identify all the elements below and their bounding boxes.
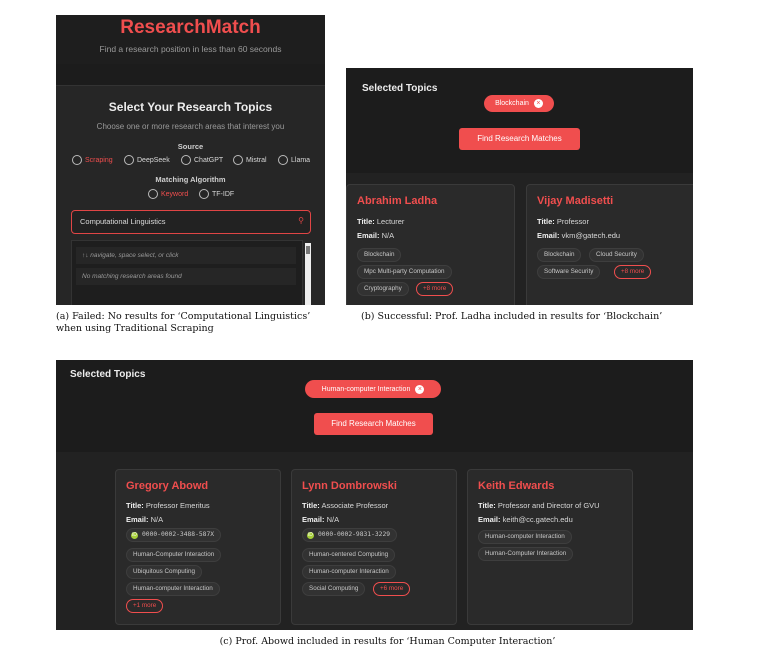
researcher-name: Gregory Abowd	[126, 480, 209, 492]
researcher-name: Vijay Madisetti	[537, 195, 614, 207]
orcid-badge[interactable]: iD 0000-0002-3488-587X	[126, 528, 222, 542]
algorithm-radio-tfidf[interactable]: TF-IDF	[199, 189, 234, 199]
panel-b-screenshot: Selected Topics Blockchain × Find Researc…	[346, 68, 693, 305]
source-radio-scraping[interactable]: Scraping	[72, 155, 113, 165]
source-label: Source	[177, 142, 204, 151]
researcher-email: Email: N/A	[126, 515, 164, 524]
topic-dropdown: ↑↓ navigate, space select, or click No m…	[71, 240, 303, 305]
caption-a: (a) Failed: No results for ‘Computationa…	[56, 311, 311, 334]
researcher-name: Keith Edwards	[478, 480, 555, 492]
dropdown-hint: ↑↓ navigate, space select, or click	[76, 247, 296, 264]
researcher-title: Title: Professor Emeritus	[126, 501, 210, 510]
caption-b: (b) Successful: Prof. Ladha included in …	[361, 311, 663, 322]
result-card[interactable]: Vijay Madisetti Title: Professor Email: …	[526, 184, 693, 305]
chip-label: Blockchain	[495, 100, 529, 107]
radio-label: Keyword	[161, 190, 189, 198]
radio-label: DeepSeek	[137, 156, 170, 164]
source-radio-chatgpt[interactable]: ChatGPT	[181, 155, 223, 165]
topic-tag: Cloud Security	[589, 248, 644, 262]
more-tags-button[interactable]: +8 more	[416, 282, 454, 296]
topic-tag: Human-computer Interaction	[478, 530, 572, 544]
source-radio-mistral[interactable]: Mistral	[233, 155, 267, 165]
orcid-badge[interactable]: iD 0000-0002-9831-3229	[302, 528, 398, 542]
result-card[interactable]: Keith Edwards Title: Professor and Direc…	[467, 469, 633, 625]
panel-c-screenshot: Selected Topics Human-computer Interacti…	[56, 360, 693, 630]
researcher-name: Abrahim Ladha	[357, 195, 438, 207]
researcher-title: Title: Associate Professor	[302, 501, 389, 510]
radio-circle-icon	[181, 155, 191, 165]
researcher-email: Email: vkm@gatech.edu	[537, 231, 621, 240]
topic-tag: Human-computer Interaction	[126, 582, 220, 596]
researcher-name: Lynn Dombrowski	[302, 480, 397, 492]
algorithm-label: Matching Algorithm	[155, 175, 226, 184]
researcher-email: Email: keith@cc.gatech.edu	[478, 515, 573, 524]
source-radio-deepseek[interactable]: DeepSeek	[124, 155, 170, 165]
more-tags-button[interactable]: +8 more	[614, 265, 652, 279]
topic-tag: Blockchain	[537, 248, 582, 262]
radio-label: Mistral	[246, 156, 267, 164]
researcher-title: Title: Lecturer	[357, 217, 405, 226]
orcid-icon: iD	[307, 531, 314, 539]
researcher-email: Email: N/A	[357, 231, 395, 240]
topic-tag: Human-Computer Interaction	[126, 548, 222, 562]
researcher-email: Email: N/A	[302, 515, 340, 524]
topic-tag: Blockchain	[357, 248, 402, 262]
topic-tag: Social Computing	[302, 582, 366, 596]
radio-label: TF-IDF	[212, 190, 235, 198]
result-card[interactable]: Lynn Dombrowski Title: Associate Profess…	[291, 469, 457, 625]
topic-tag: Cryptography	[357, 282, 409, 296]
topic-tag: Mpc Multi-party Computation	[357, 265, 452, 279]
topic-tag: Software Security	[537, 265, 601, 279]
radio-circle-icon	[124, 155, 134, 165]
scrollbar-thumb[interactable]	[306, 246, 310, 254]
radio-label: Llama	[291, 156, 311, 164]
selected-topics-title: Selected Topics	[362, 83, 438, 94]
more-tags-button[interactable]: +1 more	[126, 599, 164, 613]
radio-circle-icon	[148, 189, 158, 199]
topic-tag: Human-Computer Interaction	[478, 547, 574, 561]
selected-topics-title: Selected Topics	[70, 369, 146, 380]
find-matches-button[interactable]: Find Research Matches	[459, 128, 580, 150]
source-radio-llama[interactable]: Llama	[278, 155, 310, 165]
radio-label: Scraping	[85, 156, 113, 164]
close-icon[interactable]: ×	[533, 99, 543, 108]
radio-label: ChatGPT	[194, 156, 224, 164]
search-icon: ⚲	[298, 216, 304, 225]
researcher-title: Title: Professor and Director of GVU	[478, 501, 600, 510]
topic-tag: Human-centered Computing	[302, 548, 396, 562]
close-icon[interactable]: ×	[415, 384, 425, 394]
panel-a-screenshot: ResearchMatch Find a research position i…	[56, 15, 325, 305]
result-card[interactable]: Abrahim Ladha Title: Lecturer Email: N/A…	[346, 184, 515, 305]
brand-title: ResearchMatch	[120, 17, 261, 38]
search-input-value: Computational Linguistics	[80, 217, 166, 226]
result-card[interactable]: Gregory Abowd Title: Professor Emeritus …	[115, 469, 281, 625]
topic-selector-subheading: Choose one or more research areas that i…	[96, 122, 285, 131]
topic-search-input[interactable]: Computational Linguistics ⚲	[71, 210, 311, 234]
orcid-icon: iD	[131, 531, 138, 539]
chip-label: Human-computer Interaction	[321, 385, 411, 393]
radio-circle-icon	[72, 155, 82, 165]
topic-chip-hci[interactable]: Human-computer Interaction ×	[305, 380, 441, 398]
dropdown-empty-message: No matching research areas found	[76, 268, 296, 285]
topic-chip-blockchain[interactable]: Blockchain ×	[484, 95, 554, 112]
topic-selector-heading: Select Your Research Topics	[108, 100, 273, 114]
topic-tag: Ubiquitous Computing	[126, 565, 202, 579]
caption-c: (c) Prof. Abowd included in results for …	[219, 636, 556, 647]
more-tags-button[interactable]: +6 more	[373, 582, 411, 596]
find-matches-button[interactable]: Find Research Matches	[314, 413, 433, 435]
topic-tag: Human-computer Interaction	[302, 565, 396, 579]
tagline: Find a research position in less than 60…	[99, 44, 282, 54]
radio-circle-icon	[199, 189, 209, 199]
researcher-title: Title: Professor	[537, 217, 589, 226]
algorithm-radio-keyword[interactable]: Keyword	[148, 189, 188, 199]
radio-circle-icon	[278, 155, 288, 165]
radio-circle-icon	[233, 155, 243, 165]
